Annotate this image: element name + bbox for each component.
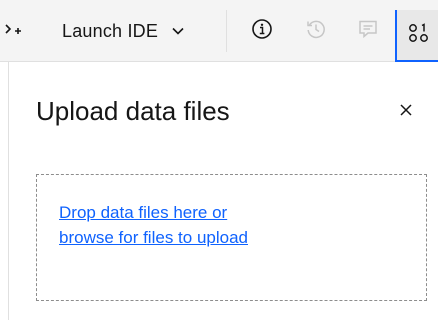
- panel-title: Upload data files: [36, 96, 230, 126]
- history-icon: [305, 18, 327, 45]
- collapse-icon[interactable]: [2, 20, 24, 42]
- close-icon: [399, 103, 413, 122]
- drop-text-line1: Drop data files here or: [59, 203, 228, 222]
- toolbar-divider: [226, 10, 227, 52]
- chevron-down-icon: [170, 23, 186, 39]
- comments-button[interactable]: [348, 11, 388, 51]
- browse-files-link[interactable]: Drop data files here or browse for files…: [59, 200, 248, 250]
- information-button[interactable]: [242, 11, 282, 51]
- launch-ide-label: Launch IDE: [62, 20, 159, 41]
- comment-icon: [357, 18, 379, 45]
- launch-ide-button[interactable]: Launch IDE: [62, 14, 186, 48]
- panel-divider: [8, 62, 9, 320]
- file-dropzone[interactable]: Drop data files here or browse for files…: [36, 174, 427, 301]
- drop-text-line2: browse for files to upload: [59, 228, 248, 247]
- toolbar: Launch IDE: [0, 0, 438, 62]
- data-icon: [407, 21, 431, 50]
- information-icon: [251, 18, 273, 45]
- data-panel-button[interactable]: [395, 10, 438, 62]
- close-button[interactable]: [394, 100, 418, 124]
- history-button[interactable]: [296, 11, 336, 51]
